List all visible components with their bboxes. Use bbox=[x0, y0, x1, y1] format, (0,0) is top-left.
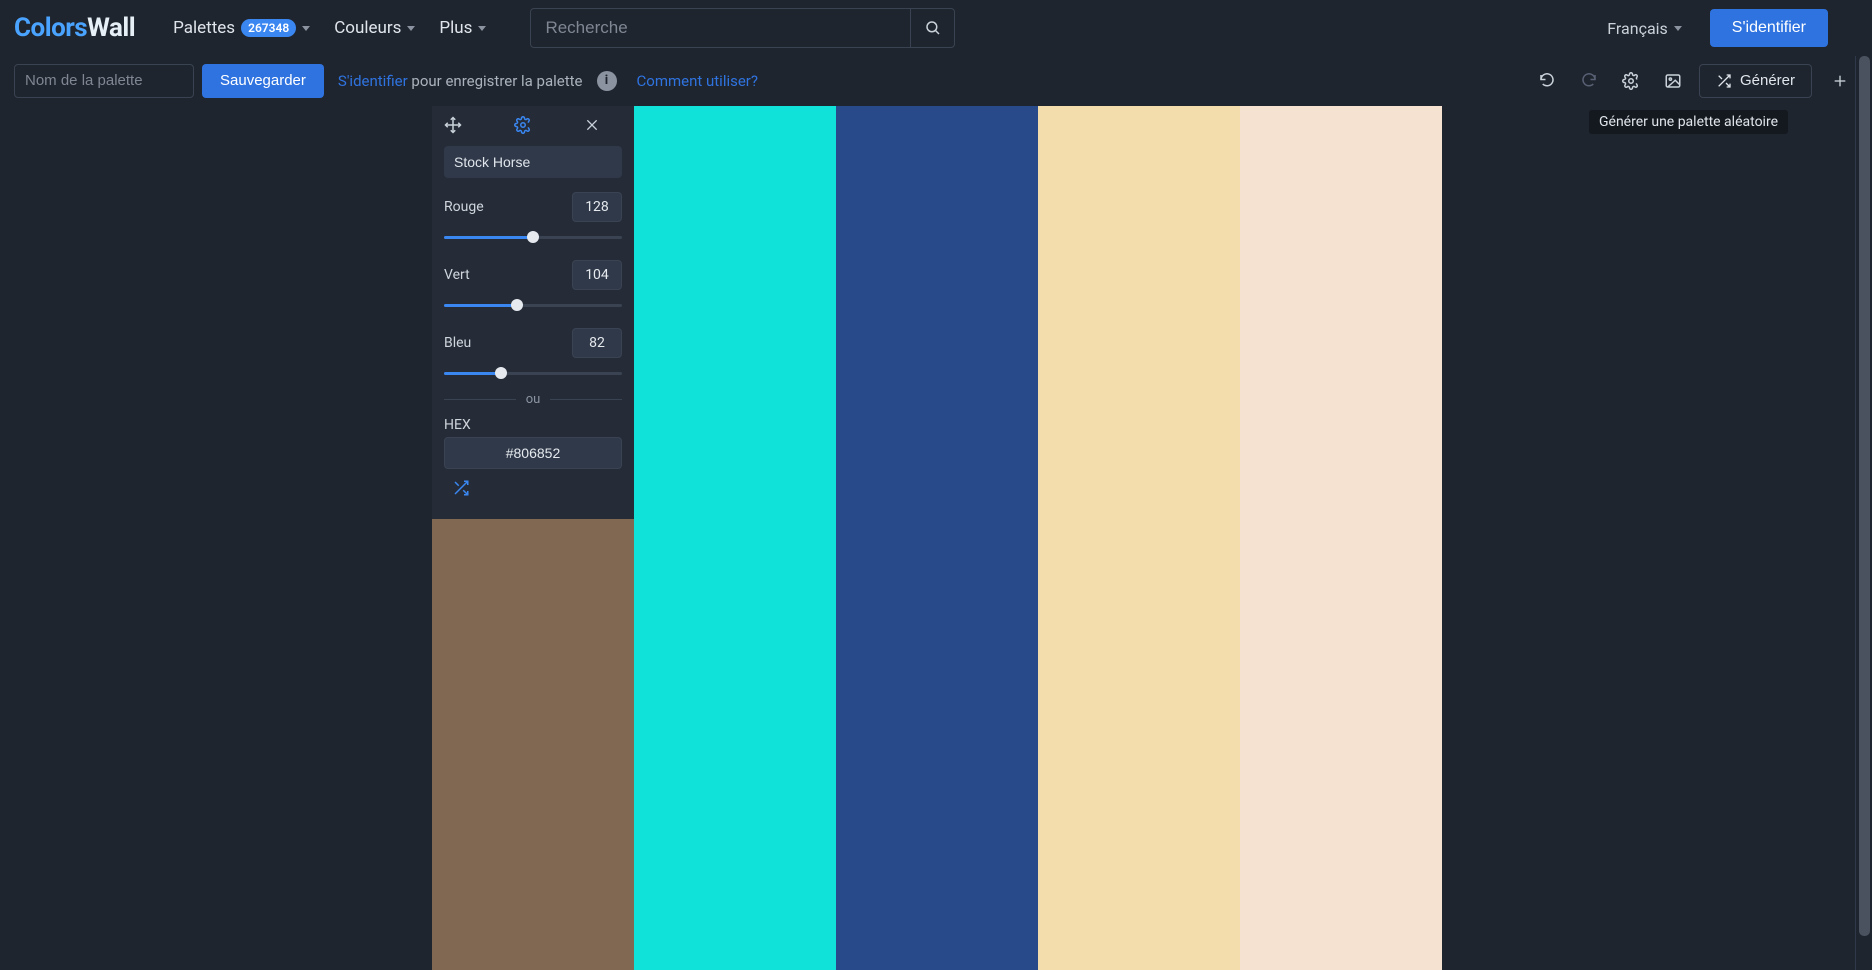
plus-icon bbox=[1832, 73, 1848, 89]
save-hint-signin-link[interactable]: S'identifier bbox=[338, 72, 408, 90]
nav-couleurs-label: Couleurs bbox=[334, 18, 401, 38]
search-button[interactable] bbox=[910, 9, 954, 47]
sep-line bbox=[550, 399, 622, 400]
slider-fill bbox=[444, 372, 501, 375]
scrollbar-thumb[interactable] bbox=[1859, 56, 1870, 936]
scrollbar[interactable] bbox=[1855, 56, 1872, 970]
palette-color-3[interactable] bbox=[836, 106, 1038, 970]
settings-button[interactable] bbox=[1613, 64, 1649, 98]
panel-top-icons bbox=[432, 106, 634, 140]
rouge-slider[interactable] bbox=[444, 230, 622, 244]
vert-slider[interactable] bbox=[444, 298, 622, 312]
palette-name-input[interactable] bbox=[14, 64, 194, 98]
or-text: ou bbox=[526, 392, 541, 407]
hex-input[interactable] bbox=[444, 437, 622, 469]
generate-label: Générer bbox=[1740, 72, 1795, 89]
chevron-down-icon bbox=[478, 26, 486, 31]
gear-icon bbox=[514, 116, 532, 134]
bleu-row: Bleu 82 bbox=[432, 324, 634, 360]
bleu-value[interactable]: 82 bbox=[572, 328, 622, 358]
or-separator: ou bbox=[444, 392, 622, 407]
nav-palettes-label: Palettes bbox=[173, 18, 235, 38]
search-wrap bbox=[530, 8, 955, 48]
close-button[interactable] bbox=[584, 117, 622, 133]
logo-text-2: Wall bbox=[87, 13, 135, 43]
save-hint: S'identifier pour enregistrer la palette bbox=[338, 72, 583, 90]
palette-color-4[interactable] bbox=[1038, 106, 1240, 970]
hex-label: HEX bbox=[432, 417, 634, 437]
slider-fill bbox=[444, 304, 517, 307]
signin-button[interactable]: S'identifier bbox=[1710, 9, 1828, 47]
chevron-down-icon bbox=[1674, 26, 1682, 31]
nav-palettes[interactable]: Palettes 267348 bbox=[163, 12, 320, 44]
slider-thumb[interactable] bbox=[495, 367, 507, 379]
color-settings-button[interactable] bbox=[514, 116, 552, 134]
nav-couleurs[interactable]: Couleurs bbox=[324, 12, 425, 44]
search-input[interactable] bbox=[531, 9, 910, 47]
add-color-button[interactable] bbox=[1822, 64, 1858, 98]
slider-thumb[interactable] bbox=[511, 299, 523, 311]
vert-row: Vert 104 bbox=[432, 256, 634, 292]
sep-line bbox=[444, 399, 516, 400]
save-hint-rest: pour enregistrer la palette bbox=[408, 72, 583, 90]
info-icon[interactable]: i bbox=[597, 71, 617, 91]
nav-plus-label: Plus bbox=[439, 18, 472, 38]
shuffle-icon bbox=[1716, 73, 1732, 89]
bleu-label: Bleu bbox=[444, 335, 471, 351]
chevron-down-icon bbox=[302, 26, 310, 31]
generate-tooltip: Générer une palette aléatoire bbox=[1589, 110, 1788, 134]
logo[interactable]: ColorsWall bbox=[14, 13, 135, 43]
save-button[interactable]: Sauvegarder bbox=[202, 64, 324, 98]
palette-color-2[interactable] bbox=[634, 106, 836, 970]
language-label: Français bbox=[1607, 19, 1668, 38]
redo-button bbox=[1571, 64, 1607, 98]
vert-value[interactable]: 104 bbox=[572, 260, 622, 290]
redo-icon bbox=[1580, 72, 1598, 90]
nav-plus[interactable]: Plus bbox=[429, 12, 496, 44]
image-button[interactable] bbox=[1655, 64, 1691, 98]
undo-button[interactable] bbox=[1529, 64, 1565, 98]
toolbar: Sauvegarder S'identifier pour enregistre… bbox=[0, 56, 1872, 106]
color-name-input[interactable] bbox=[444, 146, 622, 178]
rouge-value[interactable]: 128 bbox=[572, 192, 622, 222]
how-to-use-link[interactable]: Comment utiliser? bbox=[637, 72, 758, 90]
language-selector[interactable]: Français bbox=[1607, 19, 1682, 38]
rouge-label: Rouge bbox=[444, 199, 484, 215]
rouge-row: Rouge 128 bbox=[432, 188, 634, 224]
gear-icon bbox=[1622, 72, 1640, 90]
logo-text-1: Colors bbox=[14, 13, 87, 43]
vert-label: Vert bbox=[444, 267, 470, 283]
shuffle-color-button[interactable] bbox=[432, 479, 634, 505]
move-handle-button[interactable] bbox=[444, 116, 482, 134]
bleu-slider[interactable] bbox=[444, 366, 622, 380]
close-icon bbox=[584, 117, 600, 133]
search-icon bbox=[924, 19, 942, 37]
palette-color-5[interactable] bbox=[1240, 106, 1442, 970]
header: ColorsWall Palettes 267348 Couleurs Plus… bbox=[0, 0, 1872, 56]
color-edit-panel: Rouge 128 Vert 104 Bleu 82 ou HEX bbox=[432, 106, 634, 519]
shuffle-icon bbox=[452, 479, 470, 497]
palettes-count-badge: 267348 bbox=[241, 19, 296, 37]
image-icon bbox=[1664, 72, 1682, 90]
slider-thumb[interactable] bbox=[527, 231, 539, 243]
nav-links: Palettes 267348 Couleurs Plus bbox=[163, 12, 496, 44]
generate-button[interactable]: Générer bbox=[1699, 64, 1812, 98]
undo-icon bbox=[1538, 72, 1556, 90]
chevron-down-icon bbox=[407, 26, 415, 31]
move-icon bbox=[444, 116, 462, 134]
slider-fill bbox=[444, 236, 533, 239]
